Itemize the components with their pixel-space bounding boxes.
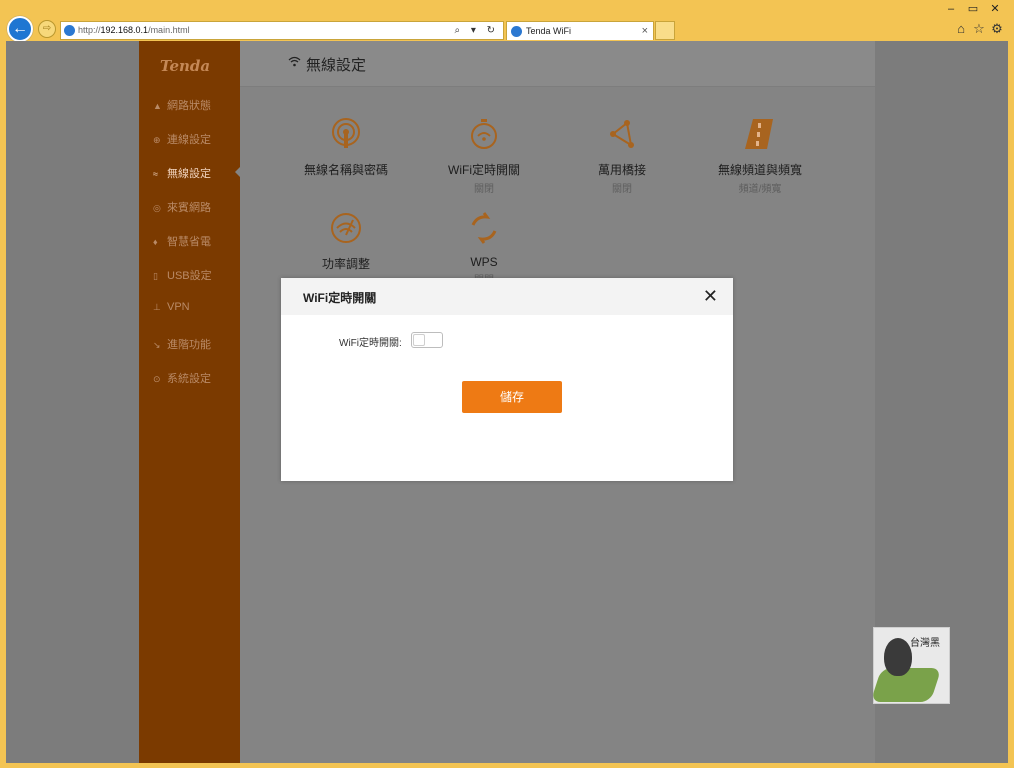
wifi-schedule-dialog: WiFi定時開關 ✕ WiFi定時開關: 儲存 xyxy=(281,278,733,481)
sidebar-item-usb[interactable]: ▯ USB設定 xyxy=(153,267,212,283)
stopwatch-icon xyxy=(471,119,497,149)
wifi-icon: ≈ xyxy=(153,169,158,179)
wifi-icon xyxy=(288,56,301,70)
dialog-title: WiFi定時開關 xyxy=(303,291,377,305)
sidebar-item-network-status[interactable]: ▲ 網路狀態 xyxy=(153,97,211,113)
feature-wifi-schedule[interactable]: WiFi定時開關 關閉 xyxy=(414,117,554,195)
home-icon[interactable]: ⌂ xyxy=(952,21,970,36)
usb-icon: ▯ xyxy=(153,271,158,281)
url-prefix: http:// xyxy=(78,25,101,35)
tab-close-icon[interactable]: × xyxy=(642,22,648,40)
feature-status: 關閉 xyxy=(474,184,494,195)
road-icon xyxy=(745,119,773,149)
new-tab-button[interactable] xyxy=(655,21,675,40)
window-controls: ‒ ▭ ✕ xyxy=(940,2,1006,15)
sidebar-item-advanced[interactable]: ↘ 進階功能 xyxy=(153,336,211,352)
page-title: 無線設定 xyxy=(306,57,367,74)
url-host: 192.168.0.1 xyxy=(100,25,149,35)
address-controls[interactable]: ⌕ ▾ ↻ xyxy=(454,22,499,39)
feature-name: WiFi定時開關 xyxy=(448,163,520,177)
settings-gear-icon[interactable]: ⚙ xyxy=(988,21,1006,37)
back-button[interactable]: ← xyxy=(7,16,33,42)
feature-channel-bandwidth[interactable]: 無線頻道與頻寬 頻道/頻寬 xyxy=(690,117,830,195)
active-nav-pointer xyxy=(235,165,242,179)
feature-name: 萬用橋接 xyxy=(597,163,646,177)
tab-title: Tenda WiFi xyxy=(526,26,572,36)
sidebar-item-power-saving[interactable]: ♦ 智慧省電 xyxy=(153,233,211,249)
sidebar-item-label: 網路狀態 xyxy=(167,100,211,112)
sidebar-item-label: 來賓網路 xyxy=(167,202,211,214)
url-path: /main.html xyxy=(148,25,190,35)
globe-icon: ⊕ xyxy=(153,135,161,145)
bear-icon xyxy=(884,638,912,676)
tab-favicon-icon xyxy=(511,26,522,37)
wifi-schedule-label: WiFi定時開關: xyxy=(339,338,402,349)
ie-favicon-icon xyxy=(64,25,75,36)
feature-wps[interactable]: WPS 關閉 xyxy=(414,211,554,286)
feature-power-adjust[interactable]: 功率調整 xyxy=(276,211,416,274)
sidebar-item-system[interactable]: ⊙ 系統設定 xyxy=(153,370,211,386)
sidebar-item-label: 連線設定 xyxy=(167,134,211,146)
maximize-button[interactable]: ▭ xyxy=(962,2,984,15)
bear-watermark-logo: 台灣黑 xyxy=(870,627,950,704)
toggle-knob xyxy=(413,334,425,346)
browser-window: ‒ ▭ ✕ ← ⇨ http://192.168.0.1/main.html ⌕ ▾… xyxy=(0,0,1014,768)
sidebar-item-label: 系統設定 xyxy=(167,373,211,385)
feature-name: 無線頻道與頻寬 xyxy=(717,163,802,177)
dialog-header: WiFi定時開關 ✕ xyxy=(281,278,733,315)
guest-icon: ◎ xyxy=(153,203,161,213)
close-icon[interactable]: ✕ xyxy=(703,285,718,307)
sidebar-item-label: 智慧省電 xyxy=(167,236,211,248)
tools-icon: ↘ xyxy=(153,340,161,350)
browser-titlebar: ‒ ▭ ✕ ← ⇨ http://192.168.0.1/main.html ⌕ ▾… xyxy=(0,0,1014,42)
feature-name: 功率調整 xyxy=(321,257,370,271)
feature-universal-bridge[interactable]: 萬用橋接 關閉 xyxy=(552,117,692,195)
vpn-icon: ⊥ xyxy=(153,302,161,312)
feature-name: 無線名稱與密碼 xyxy=(303,163,388,177)
sidebar-item-label: 進階功能 xyxy=(167,339,211,351)
network-status-icon: ▲ xyxy=(153,101,162,111)
content-header: 無線設定 xyxy=(240,41,875,87)
sidebar-item-vpn[interactable]: ⊥ VPN xyxy=(153,301,190,317)
feature-ssid-password[interactable]: 無線名稱與密碼 xyxy=(276,117,416,180)
watermark-text: 台灣黑 xyxy=(910,638,940,649)
tenda-logo: Tenda xyxy=(160,57,211,75)
address-url[interactable]: http://192.168.0.1/main.html xyxy=(78,22,190,39)
browser-tools: ⌂ ☆ ⚙ xyxy=(952,21,1006,37)
sidebar-item-label: VPN xyxy=(167,301,190,313)
wifi-schedule-toggle[interactable] xyxy=(411,332,443,348)
minimize-button[interactable]: ‒ xyxy=(940,3,962,15)
bridge-share-icon xyxy=(610,120,634,148)
sidebar-item-connection[interactable]: ⊕ 連線設定 xyxy=(153,131,211,147)
wps-refresh-icon xyxy=(471,212,497,244)
favorites-star-icon[interactable]: ☆ xyxy=(970,21,988,37)
sidebar-item-label: 無線設定 xyxy=(167,168,211,180)
feature-name: WPS xyxy=(470,255,498,269)
save-button[interactable]: 儲存 xyxy=(462,381,562,413)
signal-power-icon xyxy=(331,213,361,243)
forward-button[interactable]: ⇨ xyxy=(38,20,56,38)
close-window-button[interactable]: ✕ xyxy=(984,2,1006,15)
sidebar: Tenda ▲ 網路狀態 ⊕ 連線設定 ≈ 無線設定 ◎ 來賓網路 ♦ 智慧省電 ▯ USB… xyxy=(139,41,242,763)
sidebar-item-guest[interactable]: ◎ 來賓網路 xyxy=(153,199,211,215)
sidebar-item-label: USB設定 xyxy=(167,270,212,282)
address-bar[interactable]: http://192.168.0.1/main.html ⌕ ▾ ↻ xyxy=(60,21,504,40)
sidebar-item-wireless[interactable]: ≈ 無線設定 xyxy=(153,165,211,181)
browser-tab[interactable]: Tenda WiFi × xyxy=(506,21,654,40)
system-icon: ⊙ xyxy=(153,374,161,384)
feature-status: 頻道/頻寬 xyxy=(738,184,782,195)
ssid-icon xyxy=(332,118,360,148)
power-saving-icon: ♦ xyxy=(153,237,158,247)
feature-status: 關閉 xyxy=(612,184,632,195)
